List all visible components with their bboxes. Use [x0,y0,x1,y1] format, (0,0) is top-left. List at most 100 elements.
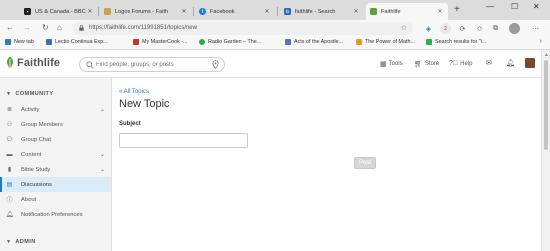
sidebar-item-activity[interactable]: ≣ Activity ⌄ [0,102,111,117]
tab-facebook[interactable]: f Facebook ✕ [195,3,275,20]
help-icon: ?⃝ [449,60,459,67]
bookmark-label: Acts of the Apostle... [294,39,344,45]
info-icon: ⓘ [6,198,13,204]
scroll-thumb[interactable] [544,60,548,150]
bookmark-new-tab[interactable]: New tab [5,39,34,45]
store-menu[interactable]: 🛒︎ Store [414,60,439,68]
tab-title: US & Canada - BBC N [35,8,86,15]
radio-garden-icon [199,39,205,45]
bookmark-search-results[interactable]: Search results for "i... [426,39,486,45]
collections-icon[interactable]: ⧉ [490,23,501,34]
forward-icon[interactable]: → [23,23,31,32]
activity-icon: ≣ [6,107,13,113]
bbc-icon: ▪ [24,8,31,15]
browser-toolbar: ← → ↻ ⌂ https://faithlife.com/11991851/t… [0,20,550,37]
tab-bbc[interactable]: ▪ US & Canada - BBC N ✕ [20,3,98,20]
search-results-icon [426,39,432,45]
tab-logos-forums[interactable]: Logos Forums - Faith ✕ [100,3,192,20]
mastercook-icon [133,39,139,45]
help-menu[interactable]: ?⃝ Help [449,60,473,67]
bookmark-radio-garden[interactable]: Radio Garden – The... [199,39,261,45]
chevron-down-icon[interactable]: ⌄ [100,166,105,173]
bookmark-lectio[interactable]: Lectio Continua Exp... [46,39,108,45]
location-pin-icon[interactable] [212,60,219,69]
badge-count: 2 [444,25,447,32]
admin-section-header[interactable]: ▼ ADMIN [6,239,36,245]
bookmark-label: Lectio Continua Exp... [55,39,108,45]
sidebar-item-content[interactable]: ▬ Content ⌄ [0,147,111,162]
tab-strip: ▪ US & Canada - BBC N ✕ Logos Forums - F… [0,0,550,20]
chevron-down-icon[interactable]: ⌄ [100,106,105,113]
acts-icon [285,39,291,45]
user-avatar[interactable] [525,58,535,68]
sidebar-item-label: Discussions [21,181,52,188]
logos-icon [104,8,111,15]
tools-label: Tools [388,61,403,67]
bookmark-power-of-math[interactable]: The Power of Math... [356,39,415,45]
more-options-icon[interactable]: ⋯ [530,23,541,34]
sidebar-item-label: Activity [21,106,40,113]
sidebar-item-notification-preferences[interactable]: 🔔︎ Notification Preferences [0,207,111,222]
lectio-icon [46,39,52,45]
new-tab-icon[interactable]: + [454,4,460,15]
site-search[interactable] [79,57,225,72]
reload-icon[interactable]: ↻ [42,23,49,32]
maximize-icon[interactable]: ☐ [511,2,518,11]
address-bar[interactable]: https://faithlife.com/11991851/topics/ne… [73,22,413,35]
close-icon[interactable]: ✕ [86,8,94,15]
sidebar-item-group-chat[interactable]: 💬︎ Group Chat [0,132,111,147]
notifications-icon[interactable]: 🔔︎ [506,59,515,67]
messages-icon[interactable]: ✉ [486,59,492,67]
bookmarks-overflow-icon[interactable]: › [540,38,542,45]
sidebar-item-group-members[interactable]: ⚇ Group Members [0,117,111,132]
extension-badge-icon[interactable]: 2 [440,23,451,34]
logo-text: Faithlife [17,56,61,69]
search-input[interactable] [96,60,208,70]
book-icon: ▮ [7,167,12,173]
post-button[interactable]: Post [354,157,376,169]
tab-search[interactable]: b faithlife - Search ✕ [280,3,364,20]
bookmark-label: New tab [14,39,34,45]
bookmark-acts[interactable]: Acts of the Apostle... [285,39,343,45]
close-icon[interactable]: ✕ [263,8,271,15]
subject-input[interactable] [119,133,248,148]
tab-title: faithlife - Search [295,8,336,15]
chevron-down-icon[interactable]: ⌄ [100,151,105,158]
group-sidebar: ▼ COMMUNITY ≣ Activity ⌄ ⚇ Group Members… [0,78,112,251]
close-icon[interactable]: ✕ [352,8,360,15]
close-icon[interactable]: ✕ [180,8,188,15]
bookmark-mastercook[interactable]: My MasterCook -... [133,39,188,45]
sidebar-item-discussions[interactable]: ▤ Discussions [0,177,111,192]
tools-menu[interactable]: ▦ Tools [380,60,403,68]
home-icon[interactable]: ⌂ [57,23,62,32]
window-close-icon[interactable]: ✕ [533,2,540,11]
extension-icon[interactable]: ◈ [423,23,434,34]
grid-icon: ▦ [380,61,387,68]
back-icon[interactable]: ← [6,23,14,32]
lock-icon [79,25,84,31]
bookmarks-bar: New tab Lectio Continua Exp... My Master… [0,37,550,50]
store-label: Store [424,61,440,67]
minimize-icon[interactable]: — [486,2,494,11]
site-header: Faithlife ▦ Tools 🛒︎ Store ?⃝ Help ✉ 🔔︎ [0,50,541,78]
favorite-star-icon[interactable]: ☆ [401,24,407,32]
page-title: New Topic [119,98,170,110]
sidebar-item-about[interactable]: ⓘ About [0,192,111,207]
help-label: Help [460,60,473,67]
url-text: https://faithlife.com/11991851/topics/ne… [89,25,197,31]
close-icon[interactable]: ✕ [436,8,444,15]
sidebar-item-bible-study[interactable]: ▮ Bible Study ⌄ [0,162,111,177]
discussions-icon: ▤ [6,182,13,188]
profile-avatar-icon[interactable] [509,23,520,34]
tab-faithlife[interactable]: Faithlife ✕ [366,3,448,20]
sync-icon[interactable]: ⟳ [457,23,468,34]
all-topics-link[interactable]: « All Topics [119,89,149,95]
faithlife-leaf-icon [6,56,14,69]
page-scrollbar[interactable]: ▲ [541,50,550,251]
community-section-header[interactable]: ▼ COMMUNITY [6,91,53,97]
tab-title: Facebook [210,8,235,15]
scroll-up-icon[interactable]: ▲ [544,52,549,58]
faithlife-logo[interactable]: Faithlife [5,56,60,69]
sidebar-item-label: Content [21,151,42,158]
favorites-icon[interactable]: ✩ [474,23,485,34]
